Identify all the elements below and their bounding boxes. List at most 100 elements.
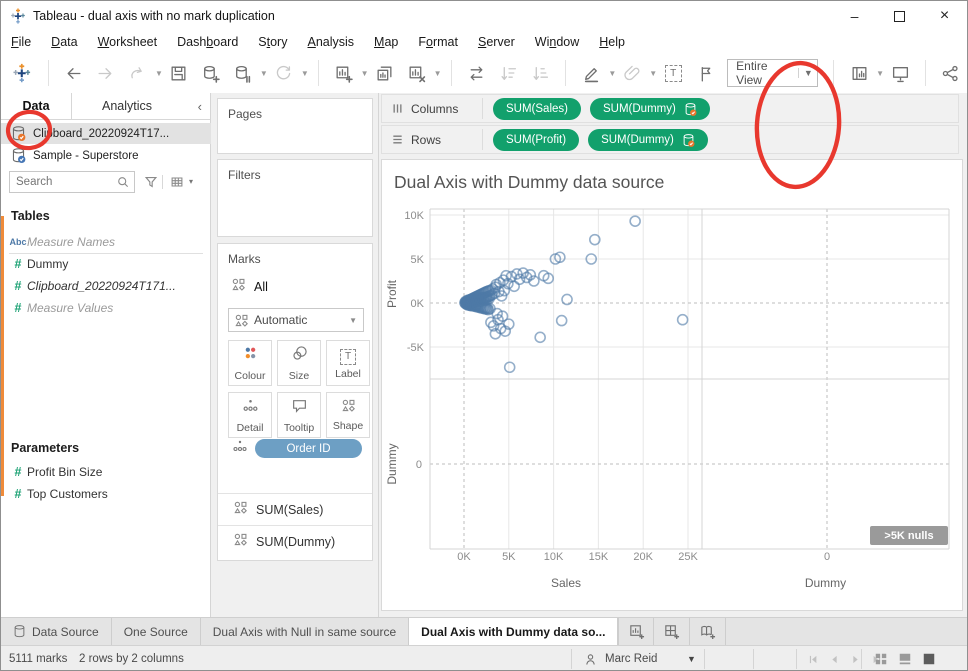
- first-page-icon[interactable]: [807, 653, 820, 666]
- sheet-tab-label: Data Source: [32, 625, 99, 639]
- undo-icon[interactable]: [62, 60, 86, 86]
- chevron-down-icon[interactable]: ▼: [434, 69, 442, 78]
- menu-worksheet[interactable]: Worksheet: [88, 31, 168, 53]
- field-item[interactable]: #Clipboard_20220924T171...: [1, 275, 211, 297]
- collapse-sidebar-icon[interactable]: ‹: [198, 93, 210, 119]
- mark-type-select[interactable]: Automatic ▼: [228, 308, 364, 332]
- highlight-icon[interactable]: [579, 60, 603, 86]
- pill-sum-sales-[interactable]: SUM(Sales): [493, 98, 581, 120]
- show-me-icon[interactable]: [847, 60, 871, 86]
- rows-shelf[interactable]: Rows SUM(Profit)SUM(Dummy): [381, 125, 959, 154]
- pause-updates-icon[interactable]: [231, 60, 255, 86]
- save-icon[interactable]: [167, 60, 191, 86]
- redo-icon[interactable]: [94, 60, 118, 86]
- sort-descending-icon[interactable]: [528, 60, 552, 86]
- new-datasource-icon[interactable]: [199, 60, 223, 86]
- single-view-icon[interactable]: [922, 652, 936, 666]
- sheet-tab-data-source[interactable]: Data Source: [1, 618, 112, 645]
- sheet-tab-dual-axis-with-null-in-same-so[interactable]: Dual Axis with Null in same source: [201, 618, 409, 645]
- fit-mode-select[interactable]: Entire View▼: [727, 59, 818, 87]
- new-dashboard-tab-icon[interactable]: [654, 618, 690, 645]
- tooltip-button[interactable]: Tooltip: [277, 392, 321, 438]
- replay-icon[interactable]: [126, 60, 150, 86]
- minimize-button[interactable]: –: [832, 2, 877, 31]
- menu-story[interactable]: Story: [248, 31, 297, 53]
- tab-analytics[interactable]: Analytics: [72, 93, 182, 119]
- close-button[interactable]: ×: [922, 2, 967, 31]
- show-mark-labels-icon[interactable]: T: [661, 60, 685, 86]
- marks-section-sum-sales-[interactable]: SUM(Sales): [218, 493, 372, 525]
- menu-analysis[interactable]: Analysis: [297, 31, 364, 53]
- colour-button[interactable]: Colour: [228, 340, 272, 386]
- data-source-item[interactable]: Clipboard_20220924T17...: [1, 123, 211, 144]
- drop-indicator-strip: [1, 216, 4, 496]
- menu-server[interactable]: Server: [468, 31, 525, 53]
- shape-button[interactable]: Shape: [326, 392, 370, 438]
- detail-button[interactable]: Detail: [228, 392, 272, 438]
- field-item[interactable]: #Profit Bin Size: [1, 461, 211, 483]
- maximize-button[interactable]: [877, 2, 922, 31]
- data-source-item[interactable]: Sample - Superstore: [1, 145, 211, 166]
- chevron-down-icon[interactable]: ▼: [649, 69, 657, 78]
- sheet-tab-one-source[interactable]: One Source: [112, 618, 201, 645]
- chevron-down-icon[interactable]: ▼: [608, 69, 616, 78]
- group-members-icon[interactable]: [620, 60, 644, 86]
- pill-sum-dummy-[interactable]: SUM(Dummy): [590, 98, 710, 120]
- show-tabs-view-icon[interactable]: [874, 652, 888, 666]
- pill-label: SUM(Dummy): [603, 103, 676, 115]
- prev-page-icon[interactable]: [828, 653, 841, 666]
- menu-file[interactable]: File: [1, 31, 41, 53]
- chevron-down-icon[interactable]: ▼: [260, 69, 268, 78]
- duplicate-sheet-icon[interactable]: [373, 60, 397, 86]
- window-title: Tableau - dual axis with no mark duplica…: [33, 9, 275, 23]
- menu-format[interactable]: Format: [408, 31, 468, 53]
- sort-ascending-icon[interactable]: [496, 60, 520, 86]
- tab-data[interactable]: Data: [1, 93, 72, 119]
- menu-help[interactable]: Help: [589, 31, 635, 53]
- search-input[interactable]: [10, 176, 116, 188]
- columns-shelf[interactable]: Columns SUM(Sales)SUM(Dummy): [381, 94, 959, 123]
- filter-fields-icon[interactable]: [143, 174, 159, 190]
- sheet-tab-dual-axis-with-dummy-data-so-[interactable]: Dual Axis with Dummy data so...: [409, 618, 618, 645]
- menu-map[interactable]: Map: [364, 31, 408, 53]
- swap-rows-columns-icon[interactable]: [464, 60, 488, 86]
- chevron-down-icon[interactable]: ▼: [876, 69, 884, 78]
- new-worksheet-tab-icon[interactable]: [618, 618, 654, 645]
- toolbar-divider: [318, 60, 319, 86]
- field-item[interactable]: #Measure Values: [1, 297, 211, 319]
- svg-text:5K: 5K: [411, 254, 425, 266]
- field-item[interactable]: #Dummy: [1, 253, 211, 275]
- field-item[interactable]: #Top Customers: [1, 483, 211, 505]
- pill-sum-profit-[interactable]: SUM(Profit): [493, 129, 579, 151]
- field-item[interactable]: AbcMeasure Names: [1, 231, 211, 253]
- pages-shelf[interactable]: Pages: [217, 98, 373, 154]
- clear-sheet-icon[interactable]: [405, 60, 429, 86]
- user-name[interactable]: Marc Reid: [605, 646, 657, 671]
- menu-window[interactable]: Window: [525, 31, 589, 53]
- order-id-pill[interactable]: Order ID: [255, 439, 362, 458]
- chevron-down-icon[interactable]: ▼: [361, 69, 369, 78]
- chevron-down-icon[interactable]: ▼: [301, 69, 309, 78]
- view-options-icon[interactable]: [169, 174, 185, 190]
- new-story-tab-icon[interactable]: [690, 618, 726, 645]
- marks-section-sum-dummy-[interactable]: SUM(Dummy): [218, 525, 372, 557]
- presentation-mode-icon[interactable]: [888, 60, 912, 86]
- menu-data[interactable]: Data: [41, 31, 87, 53]
- label-button[interactable]: TLabel: [326, 340, 370, 386]
- size-button[interactable]: Size: [277, 340, 321, 386]
- chevron-down-icon[interactable]: ▼: [687, 646, 696, 671]
- share-icon[interactable]: [939, 60, 963, 86]
- chevron-down-icon[interactable]: ▼: [155, 69, 163, 78]
- null-indicator-badge[interactable]: >5K nulls: [870, 526, 948, 545]
- fix-axes-icon[interactable]: [693, 60, 717, 86]
- marks-all-row[interactable]: All: [232, 278, 268, 296]
- chevron-down-icon[interactable]: ▾: [189, 177, 193, 186]
- filmstrip-view-icon[interactable]: [898, 652, 912, 666]
- filters-shelf[interactable]: Filters: [217, 159, 373, 237]
- run-updates-icon[interactable]: [272, 60, 296, 86]
- tableau-start-icon[interactable]: [11, 60, 35, 86]
- pill-sum-dummy-[interactable]: SUM(Dummy): [588, 129, 708, 151]
- new-worksheet-icon[interactable]: [332, 60, 356, 86]
- menu-dashboard[interactable]: Dashboard: [167, 31, 248, 53]
- datasource-icon: [682, 133, 695, 147]
